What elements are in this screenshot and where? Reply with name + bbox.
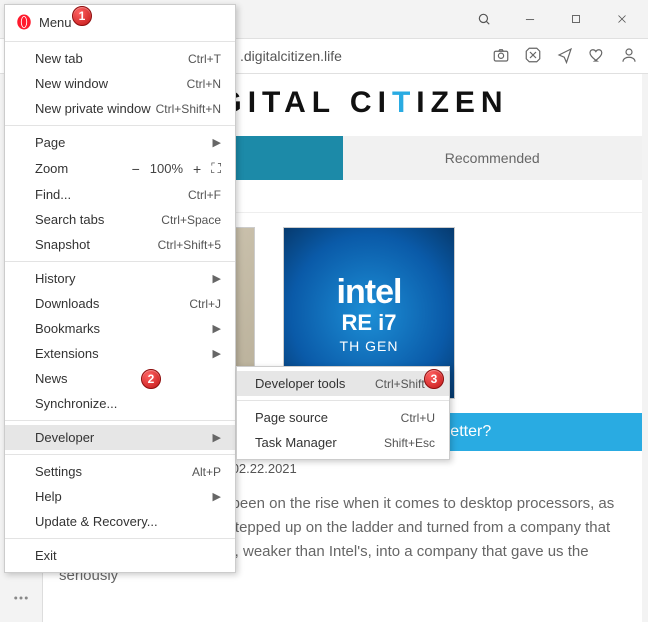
menu-downloads[interactable]: DownloadsCtrl+J: [5, 291, 235, 316]
minimize-button[interactable]: [508, 4, 552, 34]
adblock-icon[interactable]: [524, 46, 542, 67]
intel-gen-text: TH GEN: [337, 338, 402, 354]
menu-new-tab[interactable]: New tabCtrl+T: [5, 46, 235, 71]
menu-extensions[interactable]: Extensions▶: [5, 341, 235, 366]
address-actions: [492, 46, 638, 67]
menu-news[interactable]: News: [5, 366, 235, 391]
menu-page[interactable]: Page▶: [5, 130, 235, 155]
address-url: .digitalcitizen.life: [240, 48, 342, 64]
step-badge-3: 3: [424, 369, 444, 389]
main-menu: Menu New tabCtrl+T New windowCtrl+N New …: [4, 4, 236, 573]
zoom-label: Zoom: [35, 161, 68, 176]
zoom-in-button[interactable]: +: [193, 161, 201, 177]
menu-exit[interactable]: Exit: [5, 543, 235, 568]
zoom-out-button[interactable]: −: [132, 161, 140, 177]
menu-new-window[interactable]: New windowCtrl+N: [5, 71, 235, 96]
menu-update-recovery[interactable]: Update & Recovery...: [5, 509, 235, 534]
more-icon[interactable]: [12, 589, 30, 610]
logo-t: T: [392, 86, 416, 119]
menu-history[interactable]: History▶: [5, 266, 235, 291]
submenu-task-manager[interactable]: Task ManagerShift+Esc: [237, 430, 449, 455]
zoom-value: 100%: [150, 161, 183, 176]
menu-new-private-window[interactable]: New private windowCtrl+Shift+N: [5, 96, 235, 121]
step-badge-1: 1: [72, 6, 92, 26]
tab-recommended[interactable]: Recommended: [343, 136, 643, 180]
heart-icon[interactable]: [588, 46, 606, 67]
menu-header[interactable]: Menu: [5, 11, 235, 37]
menu-zoom: Zoom − 100% + ⛶: [5, 155, 235, 182]
submenu-devtools[interactable]: Developer toolsCtrl+Shift+I: [237, 371, 449, 396]
menu-settings[interactable]: SettingsAlt+P: [5, 459, 235, 484]
menu-help[interactable]: Help▶: [5, 484, 235, 509]
zoom-fullscreen-button[interactable]: ⛶: [211, 160, 221, 177]
menu-bookmarks[interactable]: Bookmarks▶: [5, 316, 235, 341]
menu-find[interactable]: Find...Ctrl+F: [5, 182, 235, 207]
intel-core-text: RE i7: [337, 310, 402, 336]
intel-logo-text: intel: [337, 273, 402, 312]
developer-submenu: Developer toolsCtrl+Shift+I Page sourceC…: [236, 366, 450, 460]
step-badge-2: 2: [141, 369, 161, 389]
snapshot-icon[interactable]: [492, 46, 510, 67]
logo-suffix: IZEN: [416, 86, 508, 119]
maximize-button[interactable]: [554, 4, 598, 34]
submenu-page-source[interactable]: Page sourceCtrl+U: [237, 405, 449, 430]
menu-search-tabs[interactable]: Search tabsCtrl+Space: [5, 207, 235, 232]
menu-developer[interactable]: Developer▶: [5, 425, 235, 450]
menu-synchronize[interactable]: Synchronize...: [5, 391, 235, 416]
close-button[interactable]: [600, 4, 644, 34]
opera-icon: [15, 13, 33, 31]
menu-title: Menu: [39, 15, 72, 30]
search-icon[interactable]: [462, 4, 506, 34]
profile-icon[interactable]: [620, 46, 638, 67]
send-icon[interactable]: [556, 46, 574, 67]
browser-window: .digitalcitizen.life DIGITAL CITIZEN Rec…: [0, 0, 648, 622]
menu-snapshot[interactable]: SnapshotCtrl+Shift+5: [5, 232, 235, 257]
